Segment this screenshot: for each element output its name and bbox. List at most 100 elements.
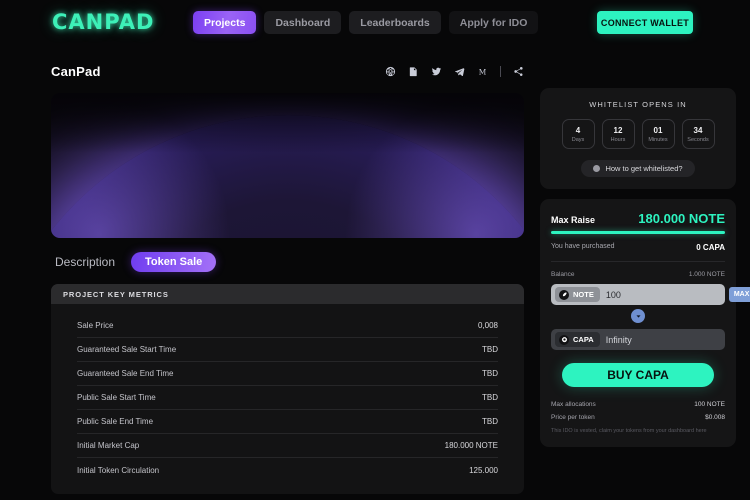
capa-token-icon [559, 334, 569, 345]
buy-capa-button[interactable]: BUY CAPA [562, 363, 714, 387]
metric-label: Sale Price [77, 321, 114, 330]
twitter-icon[interactable] [431, 66, 442, 77]
project-key-metrics-panel: PROJECT KEY METRICS Sale Price 0,008 Gua… [51, 284, 524, 494]
max-raise-value: 180.000 NOTE [638, 211, 725, 226]
nav-item-dashboard[interactable]: Dashboard [264, 11, 342, 34]
connect-wallet-button[interactable]: CONNECT WALLET [597, 11, 693, 34]
countdown-hours: 12 Hours [601, 119, 635, 149]
max-raise-label: Max Raise [551, 215, 596, 225]
table-row: Public Sale End Time TBD [77, 410, 498, 434]
price-per-token-row: Price per token $0.008 [551, 414, 725, 421]
metric-label: Guaranteed Sale End Time [77, 369, 174, 378]
metrics-rows: Sale Price 0,008 Guaranteed Sale Start T… [51, 304, 524, 494]
from-token-symbol: NOTE [573, 290, 594, 299]
project-title: CanPad [51, 63, 101, 79]
project-banner-image [51, 93, 524, 238]
nav-item-projects[interactable]: Projects [193, 11, 257, 34]
banner-top-fade [51, 93, 524, 153]
social-links: M [385, 65, 524, 77]
tab-token-sale[interactable]: Token Sale [131, 252, 217, 272]
note-token-icon [559, 289, 569, 300]
countdown-days-label: Days [571, 136, 585, 143]
balance-value: 1.000 NOTE [688, 271, 725, 278]
content-tabs: Description Token Sale [51, 251, 524, 273]
metric-value: TBD [482, 345, 498, 354]
table-row: Sale Price 0,008 [77, 314, 498, 338]
canpad-logo[interactable]: CANPAD [52, 10, 154, 34]
raise-progress-bar [551, 231, 725, 234]
nav-links: Projects Dashboard Leaderboards Apply fo… [193, 11, 539, 34]
max-allocations-label: Max allocations [551, 401, 596, 408]
metric-label: Public Sale Start Time [77, 393, 156, 402]
metric-label: Initial Token Circulation [77, 465, 160, 475]
to-token-row[interactable]: CAPA [551, 329, 725, 350]
to-token-symbol: CAPA [573, 335, 594, 344]
svg-text:M: M [479, 67, 487, 76]
countdown-timer: 4 Days 12 Hours 01 Minutes 34 Seconds [550, 119, 726, 149]
whitelist-title: WHITELIST OPENS IN [589, 100, 687, 109]
metric-label: Initial Market Cap [77, 441, 140, 450]
tab-description[interactable]: Description [51, 255, 119, 269]
countdown-days-value: 4 [575, 125, 581, 135]
countdown-days: 4 Days [561, 119, 595, 149]
token-sale-card: Max Raise 180.000 NOTE You have purchase… [540, 199, 750, 447]
vesting-note[interactable]: This IDO is vested, claim your tokens fr… [551, 427, 725, 436]
globe-icon[interactable] [385, 66, 396, 77]
countdown-minutes-value: 01 [653, 125, 663, 135]
social-divider [500, 65, 501, 77]
metric-value: 125.000 [469, 465, 498, 475]
balance-label: Balance [551, 271, 575, 278]
nav-item-leaderboards[interactable]: Leaderboards [349, 11, 441, 34]
sale-details: Max allocations 100 NOTE Price per token… [551, 401, 725, 436]
top-navigation-bar: CANPAD Projects Dashboard Leaderboards A… [0, 0, 750, 46]
from-amount-input[interactable] [605, 289, 723, 300]
metric-value: TBD [482, 393, 498, 402]
chevron-down-icon[interactable] [631, 309, 645, 323]
countdown-seconds-value: 34 [693, 125, 703, 135]
metric-label: Public Sale End Time [77, 417, 154, 426]
project-main-column: CanPad M Description Token Sale PROJECT … [51, 60, 524, 494]
max-allocations-value: 100 NOTE [694, 401, 725, 408]
share-icon[interactable] [513, 66, 524, 77]
max-button[interactable]: MAX [728, 287, 750, 302]
price-per-token-label: Price per token [551, 414, 595, 421]
medium-icon[interactable]: M [477, 66, 488, 77]
whitelist-help-row: How to get whitelisted? [550, 149, 726, 177]
table-row: Initial Market Cap 180.000 NOTE [77, 434, 498, 458]
question-icon [593, 165, 601, 172]
metric-value: TBD [482, 417, 498, 426]
how-to-get-whitelisted-label: How to get whitelisted? [605, 164, 683, 173]
max-allocations-row: Max allocations 100 NOTE [551, 401, 725, 408]
purchased-label: You have purchased [551, 243, 615, 250]
countdown-seconds-label: Seconds [687, 136, 709, 143]
countdown-seconds: 34 Seconds [681, 119, 715, 149]
telegram-icon[interactable] [454, 66, 465, 77]
project-header-row: CanPad M [51, 60, 524, 82]
how-to-get-whitelisted-button[interactable]: How to get whitelisted? [581, 160, 695, 177]
capa-token-selector[interactable]: CAPA [555, 332, 600, 347]
from-token-row[interactable]: NOTE MAX [551, 284, 750, 305]
table-row: Public Sale Start Time TBD [77, 386, 498, 410]
swap-direction-row [551, 309, 725, 323]
sale-sidebar: WHITELIST OPENS IN 4 Days 12 Hours 01 Mi… [540, 88, 750, 447]
metrics-header: PROJECT KEY METRICS [51, 284, 524, 304]
countdown-hours-value: 12 [613, 125, 623, 135]
metric-label: Guaranteed Sale Start Time [77, 345, 177, 354]
note-token-selector[interactable]: NOTE [555, 287, 600, 302]
metric-value: TBD [482, 369, 498, 378]
table-row: Guaranteed Sale End Time TBD [77, 362, 498, 386]
metric-value: 180.000 NOTE [444, 441, 498, 450]
to-amount-input[interactable] [605, 334, 723, 345]
purchased-row: You have purchased 0 CAPA [551, 243, 725, 262]
docs-icon[interactable] [408, 66, 419, 77]
nav-item-apply-for-ido[interactable]: Apply for IDO [448, 11, 539, 34]
countdown-minutes-label: Minutes [648, 136, 668, 143]
metric-value: 0,008 [477, 321, 498, 330]
countdown-hours-label: Hours [610, 136, 626, 143]
countdown-minutes: 01 Minutes [641, 119, 675, 149]
table-row: Guaranteed Sale Start Time TBD [77, 338, 498, 362]
balance-row: Balance 1.000 NOTE [551, 271, 725, 278]
purchased-value: 0 CAPA [696, 243, 725, 252]
table-row: Initial Token Circulation 125.000 [77, 458, 498, 482]
whitelist-countdown-card: WHITELIST OPENS IN 4 Days 12 Hours 01 Mi… [540, 88, 736, 189]
